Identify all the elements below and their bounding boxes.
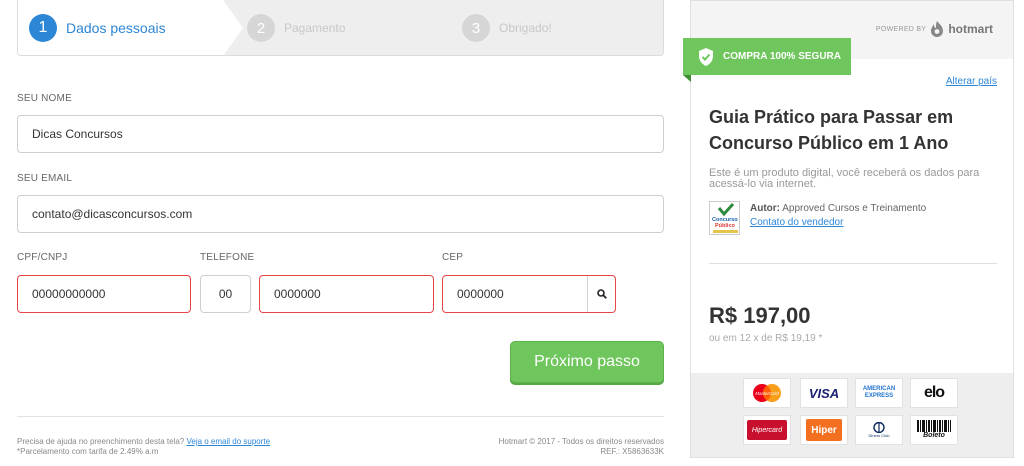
phone-label: TELEFONE [200, 252, 255, 263]
contact-seller-link[interactable]: Contato do vendedor [750, 217, 843, 228]
active-step-arrow [223, 0, 243, 55]
author-logo-word-2: Público [715, 223, 736, 229]
checkout-steps: 1 Dados pessoais 2 Pagamento 3 Obrigado! [17, 0, 664, 56]
visa-label: VISA [808, 385, 840, 401]
diners-label: Diners Club [868, 433, 890, 438]
next-step-button[interactable]: Próximo passo [510, 341, 664, 383]
name-input[interactable]: Dicas Concursos [17, 115, 664, 153]
step-personal-data[interactable]: 1 Dados pessoais [29, 14, 166, 42]
step-number: 2 [247, 14, 275, 42]
cep-label: CEP [442, 252, 464, 263]
shield-check-icon [699, 47, 713, 66]
name-label: SEU NOME [17, 93, 72, 104]
diners-club-icon: Diners Club [855, 415, 903, 445]
step-payment[interactable]: 2 Pagamento [247, 14, 345, 42]
cep-value: 0000000 [457, 287, 504, 301]
hotmart-logo-text: hotmart [948, 22, 993, 36]
author-name: Approved Cursos e Treinamento [782, 203, 927, 214]
elo-label: elo [923, 384, 945, 401]
phone-number-input[interactable]: 0000000 [259, 275, 434, 313]
hiper-label: Hiper [811, 424, 837, 436]
footer-divider [17, 416, 664, 417]
cpf-input[interactable]: 00000000000 [17, 275, 191, 313]
panel-divider [709, 263, 997, 264]
badge-fold [683, 75, 691, 82]
email-label: SEU EMAIL [17, 173, 73, 184]
powered-by-hotmart: POWERED BY hotmart [876, 21, 993, 37]
product-description: Este é um produto digital, você receberá… [709, 167, 980, 190]
order-summary-panel: POWERED BY hotmart COMPRA 100% SEGURA Al… [683, 0, 1014, 458]
reference-code: REF.: X5863633K [600, 447, 664, 456]
step-label: Dados pessoais [66, 20, 166, 36]
copyright-text: Hotmart © 2017 - Todos os direitos reser… [498, 437, 664, 446]
author-info: Autor: Approved Cursos e Treinamento [750, 203, 926, 214]
secure-badge-text: COMPRA 100% SEGURA [723, 51, 841, 62]
search-icon [596, 289, 607, 299]
secure-purchase-badge: COMPRA 100% SEGURA [683, 38, 851, 75]
footer-copyright: Hotmart © 2017 - Todos os direitos reser… [440, 437, 664, 457]
footer-help: Precisa de ajuda no preenchimento desta … [17, 437, 270, 457]
product-price: R$ 197,00 [709, 303, 811, 328]
step-number: 3 [462, 14, 490, 42]
help-text: Precisa de ajuda no preenchimento desta … [17, 437, 185, 446]
cpf-label: CPF/CNPJ [17, 252, 68, 263]
email-input[interactable]: contato@dicasconcursos.com [17, 195, 664, 233]
hipercard-icon: Hipercard [743, 415, 791, 445]
author-label: Autor: [750, 203, 780, 214]
mastercard-label: MasterCard [755, 391, 779, 396]
payment-methods: MasterCard VISA AMERICAN EXPRESS elo Hip… [691, 373, 1013, 457]
american-express-icon: AMERICAN EXPRESS [855, 378, 903, 408]
author-logo: Concurso Público [709, 201, 740, 235]
mastercard-icon: MasterCard [743, 378, 791, 408]
support-email-link[interactable]: Veja o email do suporte [186, 437, 270, 446]
author-logo-graphic: Concurso Público [712, 202, 738, 233]
change-country-link[interactable]: Alterar país [946, 76, 997, 87]
step-number: 1 [29, 14, 57, 42]
hotmart-flame-icon [931, 21, 944, 37]
cep-search-button[interactable] [587, 276, 615, 312]
powered-by-text: POWERED BY [875, 25, 927, 33]
installment-note: *Parcelamento com tarifa de 2.49% a.m [17, 447, 159, 456]
hiper-icon: Hiper [800, 415, 848, 445]
installments-text: ou em 12 x de R$ 19,19 * [709, 333, 823, 344]
step-label: Obrigado! [499, 21, 552, 35]
product-title: Guia Prático para Passar em Concurso Púb… [709, 107, 954, 153]
visa-icon: VISA [800, 378, 848, 408]
step-thanks[interactable]: 3 Obrigado! [462, 14, 552, 42]
phone-ddd-input[interactable]: 00 [200, 275, 251, 313]
hipercard-label: Hipercard [751, 426, 783, 434]
elo-icon: elo [910, 378, 958, 408]
cep-input[interactable]: 0000000 [442, 275, 616, 313]
amex-label: AMERICAN EXPRESS [862, 386, 896, 399]
boleto-icon: Boleto [910, 415, 958, 445]
step-label: Pagamento [284, 21, 346, 35]
boleto-label: Boleto [923, 432, 945, 439]
